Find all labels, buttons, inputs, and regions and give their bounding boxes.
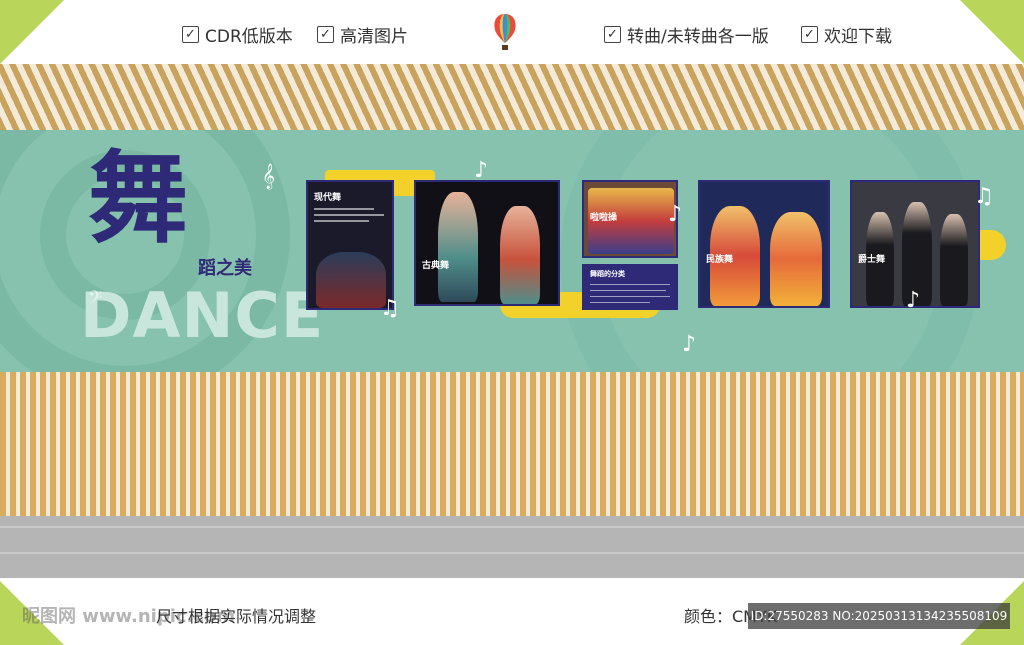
music-note-icon: ♫: [380, 296, 400, 321]
panel-folk-dance: 民族舞: [698, 180, 830, 308]
checkbox-icon: ✓: [604, 26, 621, 43]
bass-clef-icon: 𝄢: [88, 288, 103, 313]
panel-label: 古典舞: [422, 261, 450, 271]
music-note-icon: ♪: [668, 202, 683, 227]
checkbox-icon: ✓: [801, 26, 818, 43]
coreldraw-balloon-icon: [494, 14, 516, 50]
size-note: 尺寸根据实际情况调整: [156, 607, 317, 626]
grey-base-band: [0, 516, 1024, 578]
feature-item-hd: ✓ 高清图片: [317, 22, 408, 47]
image-id-badge: ID:27550283 NO:20250313134235508109: [748, 603, 1010, 629]
treble-clef-icon: 𝄞: [262, 164, 276, 189]
checkbox-icon: ✓: [182, 26, 199, 43]
panel-label: 现代舞: [314, 193, 342, 203]
feature-label: 转曲/未转曲各一版: [627, 27, 769, 47]
panel-label: 舞蹈的分类: [590, 270, 625, 278]
logo-subtitle: 蹈之美: [198, 258, 252, 279]
logo-dance-text: DANCE: [80, 279, 325, 352]
panel-dance-classification: 舞蹈的分类: [582, 264, 678, 310]
music-note-icon: ♪: [474, 158, 489, 183]
panel-label: 啦啦操: [590, 213, 618, 223]
dancer-figure: [770, 212, 822, 306]
feature-label: 高清图片: [340, 27, 408, 47]
music-note-icon: ♪: [906, 288, 921, 313]
corner-decoration-top-left: [0, 0, 64, 64]
dancer-figure: [438, 192, 478, 302]
panel-classical-dance: 古典舞: [414, 180, 560, 306]
diagonal-stripe-band: [0, 64, 1024, 130]
panel-label: 爵士舞: [858, 255, 886, 265]
feature-item-curves: ✓ 转曲/未转曲各一版: [604, 22, 769, 47]
checkbox-icon: ✓: [317, 26, 334, 43]
logo-main-character: 舞: [88, 139, 188, 257]
dancer-figure: [940, 214, 968, 306]
corner-decoration-top-right: [960, 0, 1024, 64]
feature-item-cdr: ✓ CDR低版本: [182, 22, 293, 47]
dancer-figure: [500, 206, 540, 304]
feature-label: 欢迎下载: [824, 27, 892, 47]
feature-label: CDR低版本: [205, 27, 293, 47]
feature-item-download: ✓ 欢迎下载: [801, 22, 892, 47]
panel-label: 民族舞: [706, 255, 734, 265]
panel-cheerleading: 啦啦操: [582, 180, 678, 258]
music-note-icon: ♪: [682, 332, 697, 357]
panel-modern-dance: 现代舞: [306, 180, 394, 310]
music-note-icon: ♫: [974, 184, 994, 209]
vertical-stripe-band: [0, 372, 1024, 516]
dance-photo: [316, 252, 386, 308]
